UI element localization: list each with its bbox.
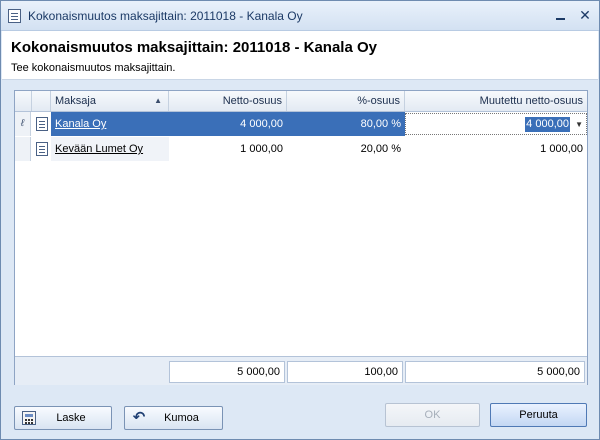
payer-cell[interactable]: Kevään Lumet Oy (51, 137, 169, 161)
total-changed-net: 5 000,00 (405, 361, 585, 383)
dialog-window: Kokonaismuutos maksajittain: 2011018 - K… (0, 0, 600, 440)
totals-row: 5 000,00 100,00 5 000,00 (15, 356, 587, 385)
title-bar[interactable]: Kokonaismuutos maksajittain: 2011018 - K… (1, 1, 599, 31)
table-row[interactable]: ℓ Kanala Oy 4 000,00 80,00 % 4 000,00 ▼ (15, 112, 587, 136)
calculate-button-label: Laske (56, 412, 86, 424)
dialog-header: Kokonaismuutos maksajittain: 2011018 - K… (2, 31, 598, 80)
cancel-button[interactable]: Peruuta (490, 403, 587, 427)
changed-net-editor[interactable]: 4 000,00 ▼ (405, 113, 587, 135)
changed-net-cell[interactable]: 1 000,00 (405, 137, 587, 161)
page-subtitle: Tee kokonaismuutos maksajittain. (11, 62, 176, 74)
minimize-icon[interactable] (554, 8, 568, 22)
table-row[interactable]: Kevään Lumet Oy 1 000,00 20,00 % 1 000,0… (15, 137, 587, 161)
net-share-cell: 4 000,00 (169, 112, 287, 136)
net-share-cell: 1 000,00 (240, 143, 283, 155)
total-net-share: 5 000,00 (169, 361, 285, 383)
payer-link[interactable]: Kanala Oy (55, 118, 106, 130)
total-percent: 100,00 (287, 361, 403, 383)
percent-cell: 20,00 % (360, 143, 401, 155)
page-title: Kokonaismuutos maksajittain: 2011018 - K… (11, 39, 377, 56)
payer-cell[interactable]: Kanala Oy (51, 112, 169, 136)
column-header-payer[interactable]: Maksaja ▲ (51, 91, 169, 111)
percent-cell: 80,00 % (287, 112, 405, 136)
column-header-percent[interactable]: %-osuus (287, 91, 405, 111)
changed-net-input[interactable]: 4 000,00 (525, 117, 570, 132)
header-icon-cell (32, 91, 51, 111)
document-icon (36, 142, 48, 156)
grid-header: Maksaja ▲ Netto-osuus %-osuus Muutettu n… (15, 91, 587, 112)
column-header-net-share[interactable]: Netto-osuus (169, 91, 287, 111)
window-title: Kokonaismuutos maksajittain: 2011018 - K… (28, 9, 303, 23)
undo-button-label: Kumoa (164, 412, 199, 424)
chevron-down-icon[interactable]: ▼ (575, 117, 583, 132)
sort-ascending-icon: ▲ (154, 96, 162, 105)
row-indicator (15, 137, 31, 161)
header-indicator-cell (15, 91, 32, 111)
column-header-payer-label: Maksaja (55, 95, 96, 107)
payer-grid: Maksaja ▲ Netto-osuus %-osuus Muutettu n… (14, 90, 588, 385)
document-icon (36, 117, 48, 131)
undo-button[interactable]: ↶ Kumoa (124, 406, 223, 430)
ok-button[interactable]: OK (385, 403, 480, 427)
calculator-icon (22, 411, 36, 425)
calculate-button[interactable]: Laske (14, 406, 112, 430)
column-header-changed-net[interactable]: Muutettu netto-osuus (405, 91, 587, 111)
close-icon[interactable]: ✕ (577, 7, 593, 23)
payer-link[interactable]: Kevään Lumet Oy (55, 143, 143, 155)
undo-icon: ↶ (132, 409, 146, 426)
document-icon (8, 9, 21, 23)
edit-row-icon: ℓ (15, 112, 31, 136)
